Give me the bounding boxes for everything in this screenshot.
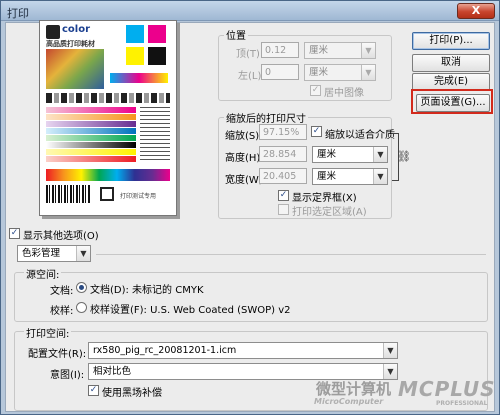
yellow-ramp [46,149,136,155]
preview-logo-mark [46,25,60,39]
chevron-down-icon: ▼ [361,43,375,58]
magenta-swatch [148,25,166,43]
green-ramp [46,135,136,141]
print-preview-page: color 高品质打印耗材 打印测试专用 [39,20,177,216]
scale-label: 缩放(S): [225,131,263,142]
document-option-label: 文档(D): 未标记的 CMYK [90,285,204,296]
blue-ramp [46,128,136,134]
center-image-label: 居中图像 [324,88,364,99]
purple-ramp [46,121,136,127]
proof-label: 校样: [50,306,74,317]
watermark-logo: MCPLUS [398,377,496,401]
print-selected-label: 打印选定区域(A) [292,207,367,218]
watermark-cn: 微型计算机 [316,380,392,398]
height-unit-value: 厘米 [317,149,337,160]
watermark-en: MicroComputer [314,397,384,406]
title-bar[interactable]: 打印 X [1,1,499,21]
intent-label: 意图(I): [50,370,85,381]
magenta-ramp [46,107,136,113]
width-input[interactable]: 20.405 [259,168,307,184]
width-unit-select[interactable]: 厘米 ▼ [312,168,388,185]
gray-circles [46,93,170,103]
black-swatch [148,47,166,65]
proof-option-label: 校样设置(F): U.S. Web Coated (SWOP) v2 [90,305,291,316]
preview-photo [46,49,104,89]
height-label: 高度(H): [225,153,264,164]
height-input[interactable]: 28.854 [259,146,307,162]
left-input[interactable]: 0 [261,64,299,80]
fit-media-label: 缩放以适合介质 [325,130,395,141]
chevron-down-icon: ▼ [383,343,397,358]
profile-select[interactable]: rx580_pig_rc_20081201-1.icm ▼ [88,342,398,359]
section-divider [96,254,486,255]
dialog-client-area: color 高品质打印耗材 打印测试专用 位置 顶(T): 0.12 厘米 ▼ … [5,20,496,412]
spectrum-bar [46,169,170,181]
bounding-box-checkbox[interactable]: ✓ [278,190,289,201]
print-button[interactable]: 打印(P)... [412,32,490,50]
bounding-box-label: 显示定界框(X) [292,193,357,204]
barcode [46,185,90,203]
document-radio[interactable] [76,282,87,293]
print-selected-checkbox[interactable] [278,204,289,215]
chevron-down-icon: ▼ [76,246,90,261]
options-category-value: 色彩管理 [22,248,61,259]
position-group-label: 位置 [224,27,248,42]
window-title: 打印 [7,7,29,20]
proof-radio[interactable] [76,302,87,313]
more-options-checkbox[interactable]: ✓ [9,228,20,239]
intent-value: 相对比色 [93,366,132,377]
red-ramp [46,156,136,162]
preview-caption: 打印测试专用 [120,193,157,200]
preview-brand: color [62,24,91,35]
print-space-label: 打印空间: [24,325,72,340]
top-label: 顶(T): [236,49,264,60]
text-sample-block [140,107,170,163]
chevron-down-icon: ▼ [373,147,387,162]
scale-input[interactable]: 97.15% [259,124,307,140]
height-unit-select[interactable]: 厘米 ▼ [312,146,388,163]
qr-square [100,187,114,201]
watermark-logo-sub: PROFESSIONAL [436,400,488,407]
link-icon[interactable]: ⛓ [397,150,411,163]
source-space-label: 源空间: [24,266,62,281]
width-unit-value: 厘米 [317,171,337,182]
gray-ramp [46,142,136,148]
left-unit-value: 厘米 [309,67,329,78]
preview-subtitle: 高品质打印耗材 [46,40,95,48]
fit-media-checkbox[interactable]: ✓ [311,126,322,137]
chevron-down-icon: ▼ [383,364,397,379]
top-unit-value: 厘米 [309,45,329,56]
center-image-checkbox[interactable]: ✓ [310,85,321,96]
more-options-label: 显示其他选项(O) [23,231,99,242]
cyan-swatch [126,25,144,43]
top-input[interactable]: 0.12 [261,42,299,58]
chevron-down-icon: ▼ [361,65,375,80]
scaled-size-group-label: 缩放后的打印尺寸 [224,110,308,125]
black-point-checkbox[interactable]: ✓ [88,385,99,396]
print-dialog-window: 打印 X color 高品质打印耗材 打印测试专用 位置 顶(T): 0.12 … [0,0,500,415]
options-category-select[interactable]: 色彩管理 ▼ [17,245,91,262]
left-unit-select[interactable]: 厘米 ▼ [304,64,376,81]
black-point-label: 使用黑场补偿 [102,388,162,399]
cancel-button[interactable]: 取消 [412,54,490,72]
chevron-down-icon: ▼ [373,169,387,184]
cmy-strip [110,73,168,83]
orange-ramp [46,114,136,120]
top-unit-select[interactable]: 厘米 ▼ [304,42,376,59]
page-setup-highlight [411,89,493,114]
document-label: 文档: [50,286,74,297]
profile-value: rx580_pig_rc_20081201-1.icm [93,345,237,356]
yellow-swatch [126,47,144,65]
profile-label: 配置文件(R): [28,349,87,360]
close-button[interactable]: X [457,3,495,19]
